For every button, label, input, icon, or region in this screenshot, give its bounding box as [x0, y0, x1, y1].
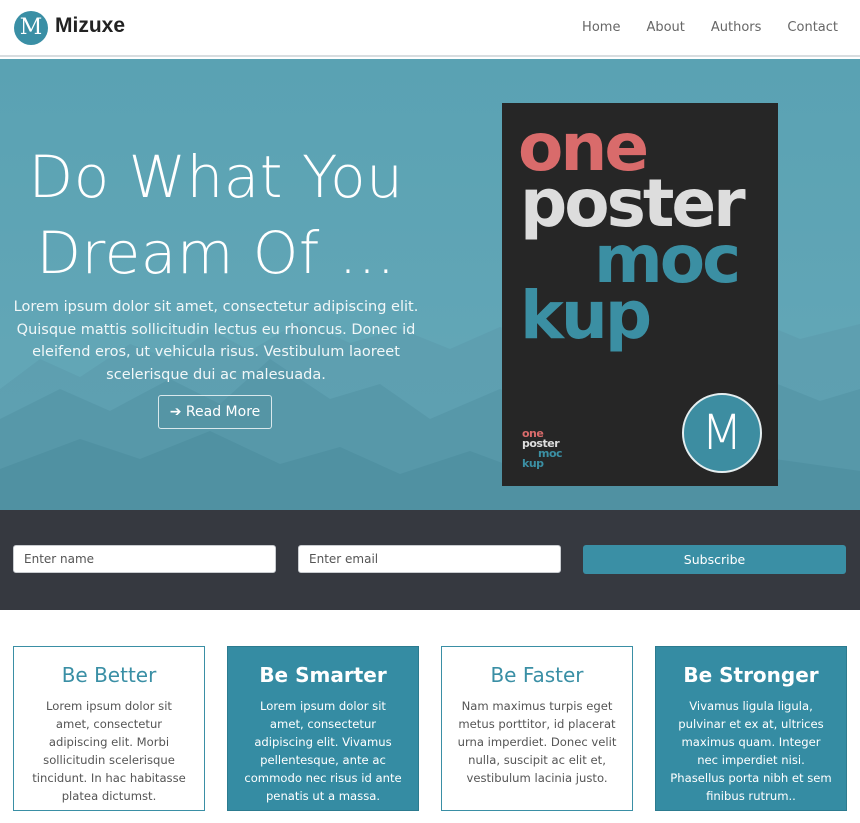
feature-card-better: Be Better Lorem ipsum dolor sit amet, co… — [13, 646, 205, 811]
feature-card-text: Lorem ipsum dolor sit amet, consectetur … — [244, 699, 402, 803]
hero-title-line-2: Dream Of ... — [36, 219, 396, 287]
brand-name[interactable]: Mizuxe — [55, 14, 125, 38]
feature-card-faster: Be Faster Nam maximus turpis eget metus … — [441, 646, 633, 811]
arrow-right-icon: ➔ — [169, 404, 182, 420]
subscribe-section: Enter name Enter email Subscribe — [0, 510, 860, 610]
poster-word-kup: kup — [520, 277, 652, 354]
name-input[interactable]: Enter name — [13, 545, 276, 573]
feature-card-title: Be Faster — [490, 663, 584, 687]
feature-card-stronger: Be Stronger Vivamus ligula ligula, pulvi… — [655, 646, 847, 811]
subscribe-button[interactable]: Subscribe — [583, 545, 846, 574]
feature-card-title: Be Better — [61, 663, 157, 687]
navbar: M Mizuxe Home About Authors Contact — [0, 0, 860, 57]
poster-mockup-image: one poster moc kup one poster moc kup M — [502, 103, 778, 486]
poster-small-kup: kup — [522, 457, 544, 470]
feature-card-title: Be Smarter — [259, 663, 387, 687]
hero-title-line-1: Do What You — [28, 143, 404, 211]
read-more-button[interactable]: ➔ Read More — [158, 395, 272, 429]
hero-title: Do What You Dream Of ... — [0, 139, 432, 291]
poster-logo-badge: M — [682, 393, 762, 473]
nav-item-authors[interactable]: Authors — [711, 20, 762, 35]
logo-icon[interactable]: M — [14, 11, 48, 45]
feature-card-text: Nam maximus turpis eget metus porttitor,… — [457, 699, 617, 785]
hero-section: Do What You Dream Of ... Lorem ipsum dol… — [0, 59, 860, 510]
hero-description: Lorem ipsum dolor sit amet, consectetur … — [13, 299, 419, 383]
nav-item-home[interactable]: Home — [582, 20, 620, 35]
nav-item-about[interactable]: About — [646, 20, 684, 35]
feature-card-title: Be Stronger — [683, 663, 819, 687]
nav-menu: Home About Authors Contact — [556, 20, 838, 35]
nav-item-contact[interactable]: Contact — [787, 20, 838, 35]
feature-card-text: Vivamus ligula ligula, pulvinar et ex at… — [670, 699, 832, 803]
read-more-label: Read More — [185, 404, 261, 420]
email-input[interactable]: Enter email — [298, 545, 561, 573]
feature-card-text: Lorem ipsum dolor sit amet, consectetur … — [32, 699, 186, 803]
feature-card-smarter: Be Smarter Lorem ipsum dolor sit amet, c… — [227, 646, 419, 811]
